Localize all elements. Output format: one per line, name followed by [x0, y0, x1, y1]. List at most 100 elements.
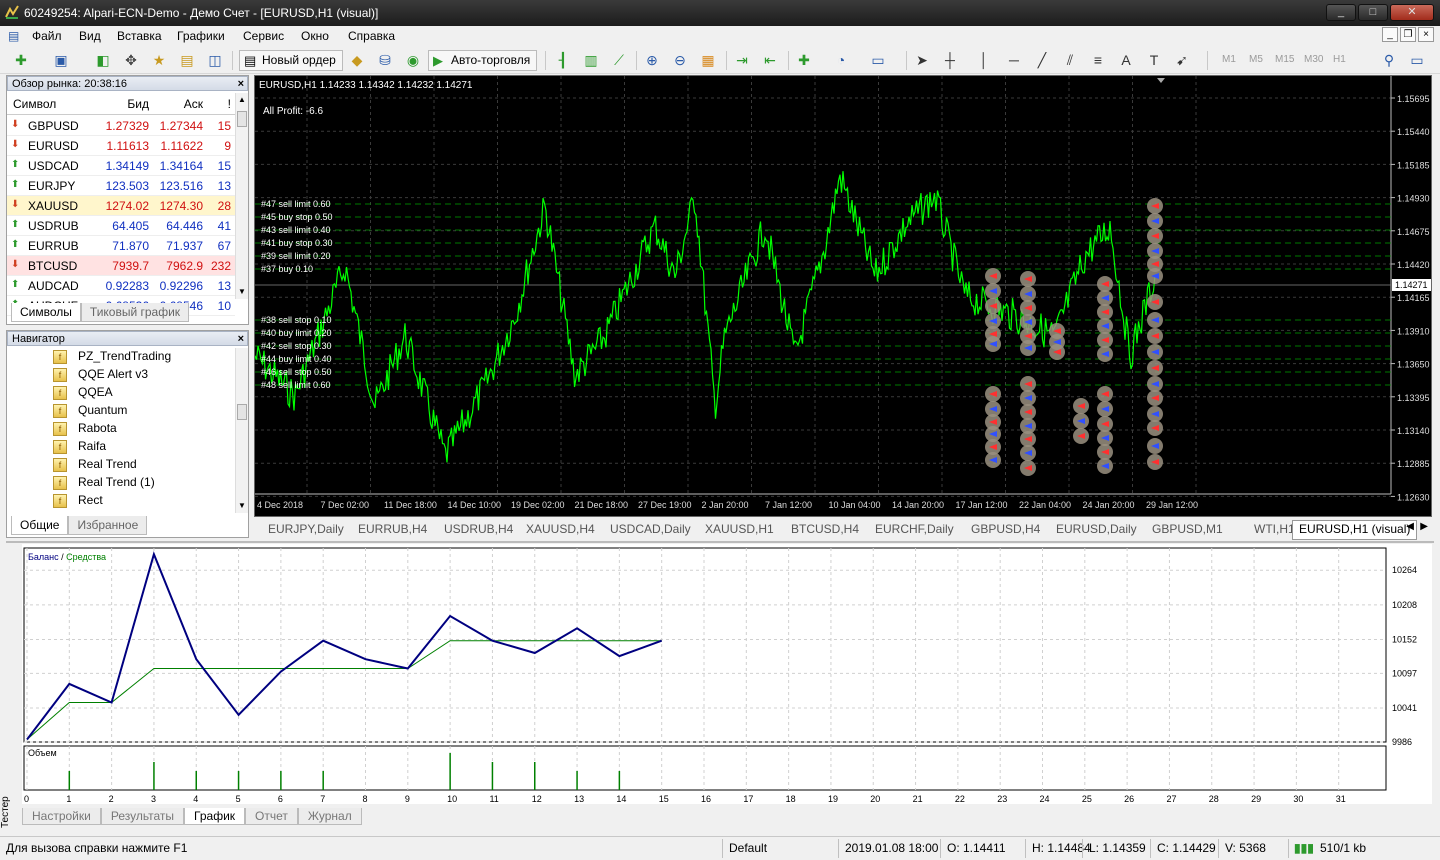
navigator-icon[interactable]: ★: [150, 51, 168, 69]
column-ask[interactable]: Аск: [184, 97, 203, 111]
autotrading-button[interactable]: ▶ Авто-торговля: [428, 50, 538, 71]
tester-tab[interactable]: Результаты: [100, 808, 185, 825]
chart-tab[interactable]: EURUSD,H1 (visual): [1292, 520, 1418, 540]
zoom-out-icon[interactable]: ⊖: [671, 51, 689, 69]
chart-tab[interactable]: EURRUB,H4: [358, 522, 427, 536]
timeframe-m30[interactable]: M30: [1304, 54, 1323, 65]
text-label-icon[interactable]: T: [1145, 51, 1163, 69]
chart-tab[interactable]: USDRUB,H4: [444, 522, 513, 536]
tester-tab[interactable]: Журнал: [297, 808, 362, 825]
zoom-in-icon[interactable]: ⊕: [643, 51, 661, 69]
tester-tab[interactable]: Настройки: [22, 808, 101, 825]
timeframe-m5[interactable]: M5: [1249, 54, 1263, 65]
tester-tab[interactable]: Отчет: [245, 808, 298, 825]
new-chart-icon[interactable]: ✚: [12, 51, 30, 69]
chart-tab[interactable]: EURJPY,Daily: [268, 522, 344, 536]
menu-file[interactable]: Файл: [32, 29, 62, 43]
arrows-icon[interactable]: ➹: [1173, 51, 1191, 69]
candlestick-icon[interactable]: ▥: [582, 51, 600, 69]
fibo-icon[interactable]: ≡: [1089, 51, 1107, 69]
timeframe-m1[interactable]: M1: [1222, 54, 1236, 65]
scroll-down-icon[interactable]: ▼: [237, 287, 247, 297]
minimize-button[interactable]: _: [1326, 4, 1356, 21]
menu-window[interactable]: Окно: [301, 29, 329, 43]
close-button[interactable]: ✕: [1390, 4, 1434, 21]
price-chart-canvas[interactable]: 1.15695 1.15440 1.15185 1.14930 1.14675 1.144…: [254, 76, 1431, 516]
indicators-icon[interactable]: ✚: [795, 51, 813, 69]
market-watch-row[interactable]: ⬆ EURRUB 71.870 71.937 67: [7, 236, 235, 256]
chat-icon[interactable]: ▭: [1408, 51, 1426, 69]
metaeditor-icon[interactable]: ◆: [348, 51, 366, 69]
data-window-icon[interactable]: ✥: [122, 51, 140, 69]
menu-tools[interactable]: Сервис: [243, 29, 284, 43]
line-chart-icon[interactable]: ⟋: [610, 51, 628, 69]
tab-tick-chart[interactable]: Тиковый график: [80, 303, 190, 322]
tester-tab[interactable]: График: [184, 808, 246, 825]
column-bid[interactable]: Бид: [127, 97, 149, 111]
chart-tab[interactable]: GBPUSD,M1: [1152, 522, 1223, 536]
market-watch-row[interactable]: ⬆ USDRUB 64.405 64.446 41: [7, 216, 235, 236]
cursor-icon[interactable]: ➤: [913, 51, 931, 69]
chart-tab[interactable]: GBPUSD,H4: [971, 522, 1040, 536]
chart-tab[interactable]: EURUSD,Daily: [1056, 522, 1137, 536]
templates-icon[interactable]: ▭: [869, 51, 887, 69]
tile-windows-icon[interactable]: ▦: [699, 51, 717, 69]
tab-scroll-left-icon[interactable]: ◀: [1406, 521, 1414, 532]
market-watch-scrollbar[interactable]: ▲ ▼: [235, 93, 248, 299]
menu-charts[interactable]: Графики: [177, 29, 225, 43]
tab-symbols[interactable]: Символы: [11, 303, 81, 322]
close-icon[interactable]: ×: [238, 77, 244, 91]
mdi-minimize-button[interactable]: _: [1382, 27, 1398, 42]
text-icon[interactable]: A: [1117, 51, 1135, 69]
trendline-icon[interactable]: ╱: [1033, 51, 1051, 69]
channel-icon[interactable]: ⫽: [1061, 51, 1079, 69]
timeframe-h1[interactable]: H1: [1333, 54, 1346, 65]
chart-shift-marker-icon[interactable]: [1157, 78, 1165, 83]
timeframe-m15[interactable]: M15: [1275, 54, 1294, 65]
column-spread[interactable]: !: [228, 97, 231, 111]
market-watch-row[interactable]: ⬆ USDCAD 1.34149 1.34164 15: [7, 156, 235, 176]
horizontal-line-icon[interactable]: ─: [1005, 51, 1023, 69]
scroll-down-icon[interactable]: ▼: [237, 501, 247, 511]
market-icon[interactable]: ◉: [404, 51, 422, 69]
chart-tab[interactable]: XAUUSD,H4: [526, 522, 595, 536]
column-symbol[interactable]: Символ: [13, 97, 56, 111]
periods-icon[interactable]: ◔: [832, 51, 850, 69]
mdi-restore-button[interactable]: ❐: [1400, 27, 1416, 42]
tester-icon[interactable]: ◫: [206, 51, 224, 69]
mdi-close-button[interactable]: ×: [1418, 27, 1434, 42]
autoscroll-icon[interactable]: ⇥: [733, 51, 751, 69]
market-watch-row[interactable]: ⬇ BTCUSD 7939.7 7962.9 232: [7, 256, 235, 276]
close-icon[interactable]: ×: [238, 332, 244, 346]
market-watch-icon[interactable]: ◧: [94, 51, 112, 69]
scroll-up-icon[interactable]: ▲: [237, 95, 247, 105]
chart-tab[interactable]: WTI,H1: [1254, 522, 1295, 536]
menu-view[interactable]: Вид: [79, 29, 101, 43]
new-order-button[interactable]: ▤ Новый ордер: [239, 50, 343, 71]
tab-general[interactable]: Общие: [11, 516, 69, 535]
crosshair-icon[interactable]: ┼: [941, 51, 959, 69]
price-chart[interactable]: 1.15695 1.15440 1.15185 1.14930 1.14675 1.144…: [254, 75, 1432, 517]
market-watch-row[interactable]: ⬆ AUDCAD 0.92283 0.92296 13: [7, 276, 235, 296]
search-icon[interactable]: ⚲: [1380, 51, 1398, 69]
chart-tab[interactable]: BTCUSD,H4: [791, 522, 859, 536]
tab-scroll-right-icon[interactable]: ▶: [1420, 521, 1428, 532]
chart-tab[interactable]: XAUUSD,H1: [705, 522, 774, 536]
menu-help[interactable]: Справка: [348, 29, 395, 43]
signals-icon[interactable]: ⛁: [376, 51, 394, 69]
menu-insert[interactable]: Вставка: [117, 29, 162, 43]
vertical-line-icon[interactable]: │: [975, 51, 993, 69]
chart-tab[interactable]: USDCAD,Daily: [610, 522, 691, 536]
terminal-icon[interactable]: ▤: [178, 51, 196, 69]
tab-favorites[interactable]: Избранное: [68, 516, 148, 535]
market-watch-row[interactable]: ⬇ XAUUSD 1274.02 1274.30 28: [7, 196, 235, 216]
chart-shift-icon[interactable]: ⇤: [761, 51, 779, 69]
profiles-icon[interactable]: ▣: [52, 51, 70, 69]
market-watch-row[interactable]: ⬆ EURJPY 123.503 123.516 13: [7, 176, 235, 196]
bar-chart-icon[interactable]: ┨: [554, 51, 572, 69]
navigator-scrollbar[interactable]: ▼: [235, 348, 248, 513]
chart-tab[interactable]: EURCHF,Daily: [875, 522, 954, 536]
market-watch-row[interactable]: ⬇ EURUSD 1.11613 1.11622 9: [7, 136, 235, 156]
market-watch-row[interactable]: ⬇ GBPUSD 1.27329 1.27344 15: [7, 116, 235, 136]
maximize-button[interactable]: □: [1358, 4, 1388, 21]
